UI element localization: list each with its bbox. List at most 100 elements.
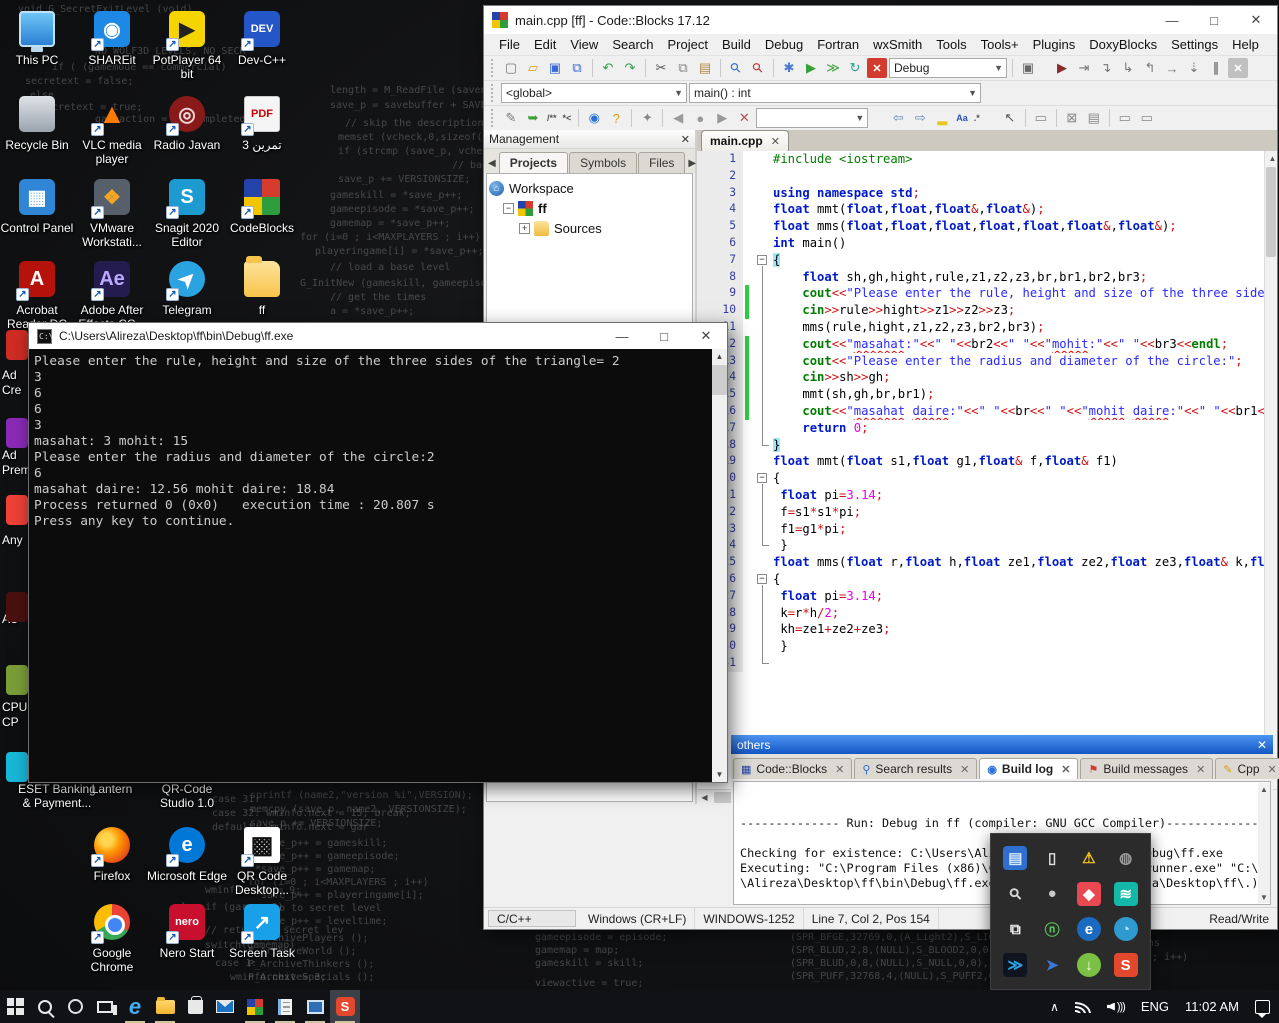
- eset-tray-icon[interactable]: e: [1071, 912, 1108, 948]
- fold-margin[interactable]: [752, 235, 773, 252]
- desktop-icon-vmware-workstati[interactable]: ❖↗VMware Workstati...: [70, 178, 154, 249]
- desktop-icon-screen-task[interactable]: ↗↗Screen Task: [220, 903, 304, 960]
- tab-main-cpp[interactable]: main.cpp ✕: [701, 130, 789, 151]
- partially-hidden-desktop-icon[interactable]: [6, 495, 28, 525]
- paste-icon[interactable]: ▤: [695, 58, 715, 78]
- incsearch-clear-icon[interactable]: ✕: [734, 108, 754, 128]
- code-line[interactable]: 9 cout<<"Please enter the rule, height a…: [697, 285, 1277, 302]
- fold-margin[interactable]: [752, 437, 773, 454]
- code-line[interactable]: 29 kh=ze1+ze2+ze3;: [697, 621, 1277, 638]
- language-indicator[interactable]: ENG: [1136, 990, 1174, 1023]
- run-icon[interactable]: ▶: [801, 58, 821, 78]
- collapse-icon[interactable]: −: [503, 203, 514, 214]
- close-button[interactable]: ✕: [1235, 6, 1277, 34]
- fold-margin[interactable]: [752, 302, 773, 319]
- codeblocks-taskbar-icon[interactable]: [240, 990, 270, 1023]
- wxsmith-frame-icon[interactable]: ▭: [1115, 108, 1135, 128]
- code-line[interactable]: 8 float sh,gh,hight,rule,z1,z2,z3,br,br1…: [697, 269, 1277, 286]
- fold-margin[interactable]: [752, 621, 773, 638]
- store-taskbar-icon[interactable]: [180, 990, 210, 1023]
- nero-tray-icon[interactable]: ⓝ: [1034, 912, 1071, 948]
- idm-icon[interactable]: ↓: [1071, 947, 1108, 983]
- step-out-icon[interactable]: ↰: [1140, 58, 1160, 78]
- desktop-icon-radio-javan[interactable]: ◎↗Radio Javan: [145, 95, 229, 152]
- menu-settings[interactable]: Settings: [1164, 35, 1225, 54]
- menu-edit[interactable]: Edit: [527, 35, 563, 54]
- menu-search[interactable]: Search: [605, 35, 660, 54]
- nav-back-icon[interactable]: ⇦: [888, 108, 908, 128]
- desktop-icon-codeblocks[interactable]: ↗CodeBlocks: [220, 178, 304, 235]
- code-line[interactable]: 2: [697, 168, 1277, 185]
- snagit-taskbar-icon[interactable]: S: [330, 990, 360, 1023]
- backup-disc-icon[interactable]: ●: [1034, 876, 1071, 912]
- maximize-button[interactable]: □: [1193, 6, 1235, 34]
- step-into-instruction-icon[interactable]: ⇣: [1184, 58, 1204, 78]
- partially-hidden-desktop-icon[interactable]: [6, 418, 28, 448]
- desktop-icon-nero-start[interactable]: nero↗Nero Start: [145, 903, 229, 960]
- desktop-icon-this-pc[interactable]: This PC: [0, 10, 79, 67]
- settings-wrench-icon[interactable]: ✦: [637, 108, 657, 128]
- desktop-icon-qr-code-desktop[interactable]: ▩↗QR Code Desktop...: [220, 826, 304, 897]
- menu-plugins[interactable]: Plugins: [1026, 35, 1083, 54]
- desktop-icon-dev-c[interactable]: DEV↗Dev-C++: [220, 10, 304, 67]
- code-line[interactable]: 10 cin>>rule>>hight>>z1>>z2>>z3;: [697, 302, 1277, 319]
- menu-project[interactable]: Project: [661, 35, 715, 54]
- console-taskbar-icon[interactable]: [300, 990, 330, 1023]
- fold-margin[interactable]: [752, 336, 773, 353]
- menu-build[interactable]: Build: [715, 35, 758, 54]
- defender-warning-icon[interactable]: ⚠: [1071, 840, 1108, 876]
- fold-margin[interactable]: −: [752, 571, 773, 588]
- code-line[interactable]: 15 mmt(sh,gh,br,br1);: [697, 386, 1277, 403]
- fold-margin[interactable]: [752, 386, 773, 403]
- desktop-icon-vlc-media-player[interactable]: ▲↗VLC media player: [70, 95, 154, 166]
- close-pane-icon[interactable]: ✕: [681, 133, 690, 146]
- pointer-icon[interactable]: ↖: [1000, 108, 1020, 128]
- code-line[interactable]: 4float mmt(float,float,float&,float&);: [697, 201, 1277, 218]
- fold-margin[interactable]: [752, 218, 773, 235]
- cut-icon[interactable]: ✂: [651, 58, 671, 78]
- close-tab-icon[interactable]: ✕: [771, 135, 780, 148]
- satellite-icon[interactable]: ⚲: [997, 876, 1034, 912]
- code-line[interactable]: 28 k=r*h/2;: [697, 605, 1277, 622]
- code-line[interactable]: 13 cout<<"Please enter the radius and di…: [697, 353, 1277, 370]
- console-close-button[interactable]: ✕: [685, 323, 727, 349]
- menu-view[interactable]: View: [563, 35, 605, 54]
- expand-icon[interactable]: +: [519, 223, 530, 234]
- doxy-help-icon[interactable]: ?: [606, 108, 626, 128]
- close-tab-icon[interactable]: ✕: [1196, 763, 1205, 776]
- fold-margin[interactable]: [752, 588, 773, 605]
- desktop-icon-firefox[interactable]: ↗Firefox: [70, 826, 154, 883]
- code-line[interactable]: 23 f1=g1*pi;: [697, 521, 1277, 538]
- code-line[interactable]: 11 mms(rule,hight,z1,z2,z3,br2,br3);: [697, 319, 1277, 336]
- code-line[interactable]: 20−{: [697, 470, 1277, 487]
- display-off-icon[interactable]: ◍: [1107, 840, 1144, 876]
- incsearch-combo[interactable]: ▼: [756, 108, 868, 128]
- editor-vertical-scrollbar[interactable]: ▲: [1264, 151, 1277, 789]
- fold-margin[interactable]: [752, 420, 773, 437]
- fold-margin[interactable]: [752, 537, 773, 554]
- code-line[interactable]: 21 float pi=3.14;: [697, 487, 1277, 504]
- log-tab-build-messages[interactable]: ⚑Build messages✕: [1080, 758, 1213, 779]
- close-tab-icon[interactable]: ✕: [960, 763, 969, 776]
- code-line[interactable]: 24 }: [697, 537, 1277, 554]
- menu-wxsmith[interactable]: wxSmith: [866, 35, 929, 54]
- build-target-combo[interactable]: Debug▼: [889, 58, 1007, 78]
- toolbar-grip[interactable]: [491, 59, 496, 77]
- find-icon[interactable]: ⚲: [726, 58, 746, 78]
- wifi-icon[interactable]: [1070, 990, 1096, 1023]
- incsearch-dot-icon[interactable]: ●: [690, 108, 710, 128]
- wxsmith-note-icon[interactable]: ▤: [1084, 108, 1104, 128]
- tray-chevron-icon[interactable]: ∧: [1045, 990, 1064, 1023]
- code-line[interactable]: 18}: [697, 437, 1277, 454]
- code-line[interactable]: 30 }: [697, 638, 1277, 655]
- code-line[interactable]: 16 cout<<"masahat daire:"<<" "<<br<<" "<…: [697, 403, 1277, 420]
- search-button[interactable]: [30, 990, 60, 1023]
- fold-margin[interactable]: [752, 638, 773, 655]
- globe-icon[interactable]: ◔: [1107, 912, 1144, 948]
- code-line[interactable]: 25float mms(float r,float h,float ze1,fl…: [697, 554, 1277, 571]
- console-maximize-button[interactable]: □: [643, 323, 685, 349]
- volume-icon[interactable]: ))): [1102, 990, 1130, 1023]
- code-line[interactable]: 7−{: [697, 252, 1277, 269]
- menu-doxyblocks[interactable]: DoxyBlocks: [1082, 35, 1164, 54]
- fold-margin[interactable]: [752, 554, 773, 571]
